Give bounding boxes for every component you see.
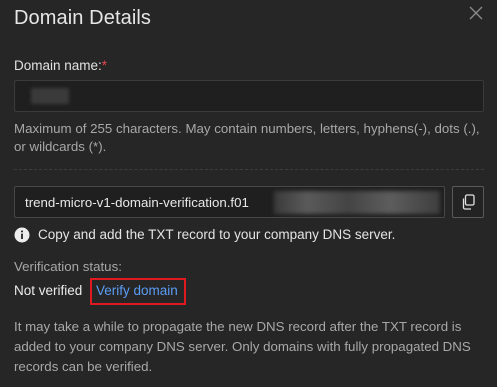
info-icon — [14, 227, 30, 243]
dialog-title: Domain Details — [14, 7, 152, 29]
txt-record-value: trend-micro-v1-domain-verification.f01 — [25, 195, 249, 210]
txt-record-field[interactable]: trend-micro-v1-domain-verification.f01 — [14, 186, 445, 218]
propagation-note: It may take a while to propagate the new… — [14, 319, 471, 374]
domain-name-hint: Maximum of 255 characters. May contain n… — [14, 121, 480, 154]
domain-name-label: Domain name:* — [14, 58, 107, 73]
verify-domain-link[interactable]: Verify domain — [90, 278, 186, 305]
copy-button[interactable] — [452, 186, 484, 218]
copy-icon — [462, 194, 475, 210]
verification-status-label: Verification status: — [14, 259, 122, 274]
domain-details-dialog: Domain Details Domain name:* Maximum of … — [0, 0, 497, 387]
domain-name-input[interactable] — [14, 80, 484, 112]
verification-status-value: Not verified — [14, 283, 83, 298]
redacted-domain-value — [31, 88, 69, 104]
required-marker: * — [101, 58, 108, 73]
close-icon[interactable] — [467, 4, 485, 22]
divider — [14, 169, 484, 170]
info-text: Copy and add the TXT record to your comp… — [38, 227, 396, 242]
domain-name-label-text: Domain name: — [14, 58, 102, 73]
redacted-txt-record — [274, 191, 440, 214]
